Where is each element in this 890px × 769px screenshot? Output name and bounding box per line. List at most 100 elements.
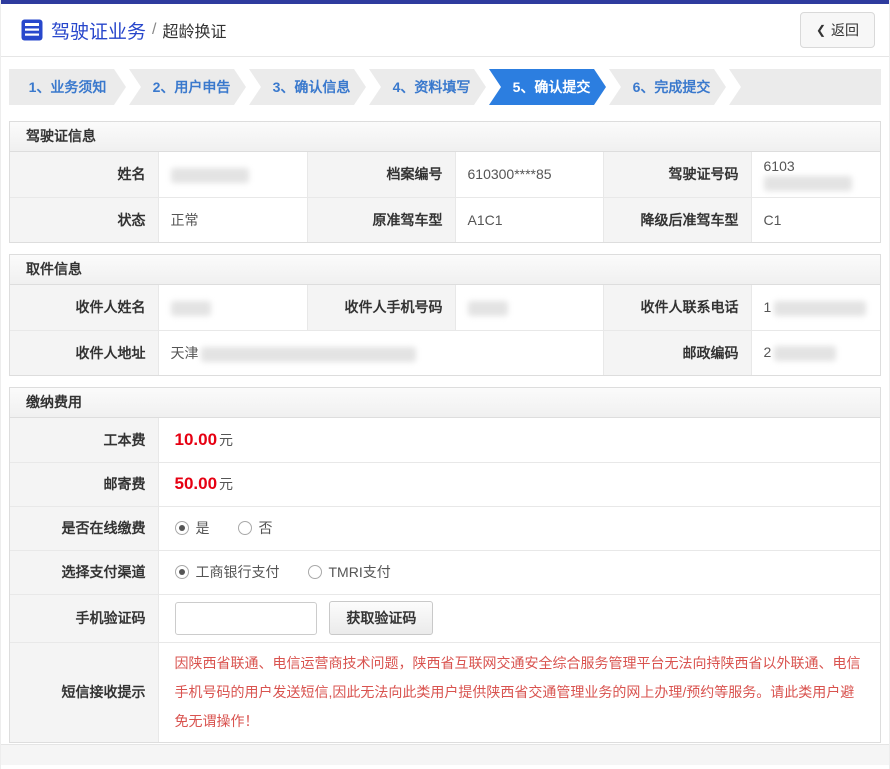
- section-fees-title: 缴纳费用: [10, 388, 880, 418]
- redacted-value: [774, 346, 836, 361]
- redacted-value: [171, 301, 211, 316]
- sms-tip-cell: 因陕西省联通、电信运营商技术问题，陕西省互联网交通安全综合服务管理平台无法向持陕…: [158, 642, 880, 742]
- postcode-value: 2: [751, 330, 880, 375]
- name-label: 姓名: [10, 152, 158, 197]
- channel-icbc-label: 工商银行支付: [196, 562, 280, 582]
- license-no-label: 驾驶证号码: [603, 152, 751, 197]
- redacted-value: [201, 347, 416, 362]
- step-1-notice: 1、业务须知: [9, 69, 126, 105]
- table-row: 工本费 10.00元: [10, 418, 880, 462]
- radio-icon[interactable]: [308, 565, 322, 579]
- orig-class-value: A1C1: [455, 197, 603, 242]
- table-row: 收件人地址 天津 邮政编码 2: [10, 330, 880, 375]
- fee-unit: 元: [219, 476, 233, 492]
- channel-tmri-option[interactable]: TMRI支付: [308, 562, 391, 582]
- work-fee-amount: 10.00: [175, 430, 218, 449]
- table-row: 手机验证码 获取验证码: [10, 594, 880, 642]
- radio-icon[interactable]: [238, 521, 252, 535]
- table-row: 收件人姓名 收件人手机号码 收件人联系电话 1: [10, 285, 880, 330]
- section-pickup-title: 取件信息: [10, 255, 880, 285]
- radio-icon[interactable]: [175, 521, 189, 535]
- address-label: 收件人地址: [10, 330, 158, 375]
- back-button[interactable]: ❮ 返回: [800, 12, 875, 48]
- redacted-value: [171, 168, 249, 183]
- footer-strip: [1, 744, 889, 765]
- list-icon: [21, 19, 43, 41]
- pay-channel-options: 工商银行支付 TMRI支付: [158, 550, 880, 594]
- license-no-prefix: 6103: [764, 158, 795, 174]
- post-fee-value: 50.00元: [158, 462, 880, 506]
- redacted-value: [774, 301, 866, 316]
- name-value: [158, 152, 307, 197]
- pickup-table: 收件人姓名 收件人手机号码 收件人联系电话 1 收件人地址 天津 邮政编码 2: [10, 285, 880, 375]
- license-no-value: 6103: [751, 152, 880, 197]
- section-pickup-info: 取件信息 收件人姓名 收件人手机号码 收件人联系电话 1 收件人地址 天津 邮政…: [9, 254, 881, 376]
- recipient-phone-prefix: 1: [764, 299, 772, 315]
- pay-channel-label: 选择支付渠道: [10, 550, 158, 594]
- table-row: 是否在线缴费 是 否: [10, 506, 880, 550]
- post-fee-label: 邮寄费: [10, 462, 158, 506]
- sms-code-label: 手机验证码: [10, 594, 158, 642]
- work-fee-value: 10.00元: [158, 418, 880, 462]
- redacted-value: [764, 176, 852, 191]
- table-row: 短信接收提示 因陕西省联通、电信运营商技术问题，陕西省互联网交通安全综合服务管理…: [10, 642, 880, 742]
- step-6-finish: 6、完成提交: [609, 69, 726, 105]
- sms-tip-text: 因陕西省联通、电信运营商技术问题，陕西省互联网交通安全综合服务管理平台无法向持陕…: [175, 643, 881, 742]
- work-fee-label: 工本费: [10, 418, 158, 462]
- page: 驾驶证业务 / 超龄换证 ❮ 返回 1、业务须知 2、用户申告 3、确认信息 4…: [0, 0, 890, 769]
- step-5-confirm-submit: 5、确认提交: [489, 69, 606, 105]
- online-pay-no-label: 否: [259, 518, 273, 538]
- table-row: 状态 正常 原准驾车型 A1C1 降级后准驾车型 C1: [10, 197, 880, 242]
- header: 驾驶证业务 / 超龄换证 ❮ 返回: [1, 4, 889, 57]
- online-pay-yes-option[interactable]: 是: [175, 518, 210, 538]
- step-wizard-filler: [729, 69, 881, 105]
- post-fee-amount: 50.00: [175, 474, 218, 493]
- fees-table: 工本费 10.00元 邮寄费 50.00元 是否在线缴费 是: [10, 418, 880, 742]
- chevron-left-icon: ❮: [816, 23, 826, 37]
- step-2-declaration: 2、用户申告: [129, 69, 246, 105]
- channel-icbc-option[interactable]: 工商银行支付: [175, 562, 280, 582]
- online-pay-no-option[interactable]: 否: [238, 518, 273, 538]
- recipient-name-value: [158, 285, 307, 330]
- section-license-title: 驾驶证信息: [10, 122, 880, 152]
- postcode-label: 邮政编码: [603, 330, 751, 375]
- orig-class-label: 原准驾车型: [307, 197, 455, 242]
- recipient-phone-label: 收件人联系电话: [603, 285, 751, 330]
- status-value: 正常: [158, 197, 307, 242]
- sms-code-input[interactable]: [175, 602, 317, 635]
- online-pay-label: 是否在线缴费: [10, 506, 158, 550]
- section-license-info: 驾驶证信息 姓名 档案编号 610300****85 驾驶证号码 6103 状态…: [9, 121, 881, 243]
- downgraded-class-value: C1: [751, 197, 880, 242]
- recipient-phone-value: 1: [751, 285, 880, 330]
- postcode-prefix: 2: [764, 344, 772, 360]
- page-subtitle: 超龄换证: [162, 18, 226, 42]
- redacted-value: [468, 301, 508, 316]
- page-title: 驾驶证业务: [51, 17, 146, 44]
- table-row: 选择支付渠道 工商银行支付 TMRI支付: [10, 550, 880, 594]
- sms-tip-label: 短信接收提示: [10, 642, 158, 742]
- get-sms-code-button[interactable]: 获取验证码: [329, 601, 433, 635]
- radio-icon[interactable]: [175, 565, 189, 579]
- file-no-value: 610300****85: [455, 152, 603, 197]
- downgraded-class-label: 降级后准驾车型: [603, 197, 751, 242]
- address-prefix: 天津: [171, 345, 199, 361]
- fee-unit: 元: [219, 432, 233, 448]
- channel-tmri-label: TMRI支付: [329, 562, 391, 582]
- license-table: 姓名 档案编号 610300****85 驾驶证号码 6103 状态 正常 原准…: [10, 152, 880, 242]
- online-pay-options: 是 否: [158, 506, 880, 550]
- file-no-label: 档案编号: [307, 152, 455, 197]
- step-wizard: 1、业务须知 2、用户申告 3、确认信息 4、资料填写 5、确认提交 6、完成提…: [9, 69, 881, 105]
- sms-code-field: 获取验证码: [158, 594, 880, 642]
- address-value: 天津: [158, 330, 603, 375]
- recipient-mobile-label: 收件人手机号码: [307, 285, 455, 330]
- step-3-confirm-info: 3、确认信息: [249, 69, 366, 105]
- breadcrumb-separator: /: [152, 21, 156, 39]
- step-4-fill-data: 4、资料填写: [369, 69, 486, 105]
- recipient-mobile-value: [455, 285, 603, 330]
- table-row: 邮寄费 50.00元: [10, 462, 880, 506]
- table-row: 姓名 档案编号 610300****85 驾驶证号码 6103: [10, 152, 880, 197]
- back-button-label: 返回: [831, 20, 859, 40]
- recipient-name-label: 收件人姓名: [10, 285, 158, 330]
- online-pay-yes-label: 是: [196, 518, 210, 538]
- section-fees: 缴纳费用 工本费 10.00元 邮寄费 50.00元 是否在线缴费: [9, 387, 881, 743]
